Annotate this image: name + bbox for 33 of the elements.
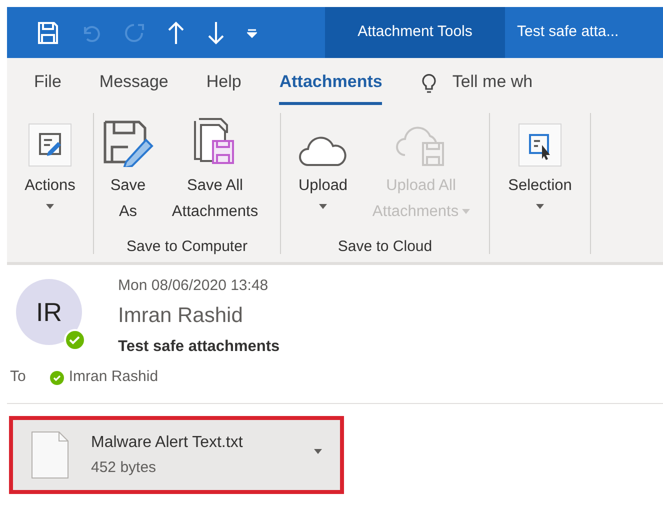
ribbon-button[interactable]: Upload	[287, 113, 359, 215]
group-label: Save to Cloud	[338, 236, 432, 256]
ribbon-tab[interactable]: Message	[99, 58, 168, 105]
documents-save-icon	[193, 117, 237, 167]
ribbon-button[interactable]: Actions	[13, 113, 87, 215]
sender-name: Imran Rashid	[118, 302, 244, 328]
save-icon[interactable]	[37, 20, 59, 44]
tell-me-search[interactable]: Tell me wh	[452, 68, 533, 94]
window-title: Test safe atta...	[516, 22, 619, 42]
caret-icon	[314, 449, 322, 454]
message-date: Mon 08/06/2020 13:48	[118, 276, 270, 296]
cloud-save-icon	[395, 125, 447, 167]
ribbon-button[interactable]: Save All Attachments	[156, 113, 274, 225]
save-pencil-icon	[102, 119, 154, 167]
to-label: To	[10, 367, 26, 388]
attachment-size: 452 bytes	[91, 458, 158, 478]
customize-icon[interactable]	[247, 28, 257, 38]
file-icon	[31, 430, 69, 479]
ribbon-tab[interactable]: File	[34, 58, 62, 105]
group-label: Save to Computer	[126, 236, 248, 256]
contextual-tab-label: Attachment Tools	[325, 7, 505, 58]
message-subject: Test safe attachments	[118, 337, 280, 357]
attachment-card[interactable]: Malware Alert Text.txt 452 bytes	[9, 416, 344, 494]
select-cursor-icon	[518, 123, 562, 167]
ribbon-button[interactable]: Save As	[100, 113, 156, 225]
attachment-name: Malware Alert Text.txt	[91, 432, 244, 452]
up-arrow-icon[interactable]	[167, 20, 185, 44]
form-edit-icon	[28, 123, 72, 167]
cloud-icon	[298, 135, 348, 167]
ribbon-tab[interactable]: Help	[206, 58, 242, 105]
down-arrow-icon[interactable]	[207, 20, 225, 44]
ribbon-button[interactable]: Selection	[496, 113, 584, 215]
recipient-name[interactable]: Imran Rashid	[68, 366, 158, 389]
